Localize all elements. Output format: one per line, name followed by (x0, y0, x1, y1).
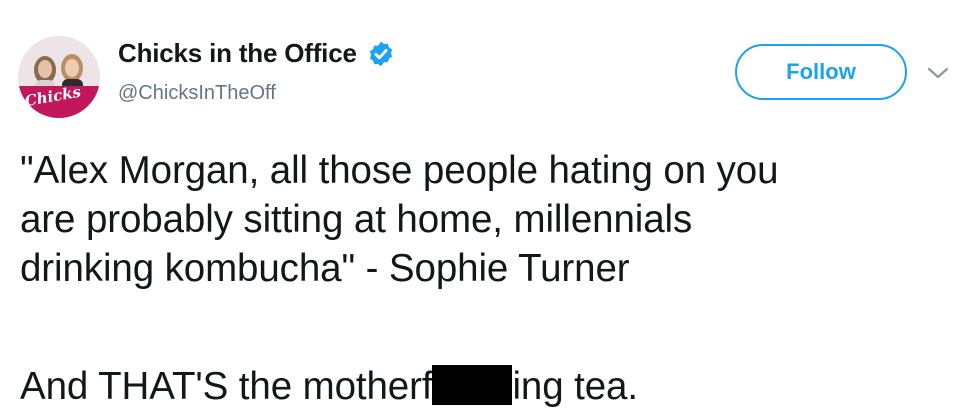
tweet-text-line: drinking kombucha" - Sophie Turner (20, 247, 630, 290)
chevron-down-icon[interactable] (927, 66, 949, 80)
verified-badge-icon (370, 41, 393, 66)
avatar[interactable]: Chicks (18, 36, 100, 118)
tweet-text-line-final: And THAT'S the motherf ing tea. (20, 362, 970, 411)
user-handle[interactable]: @ChicksInTheOff (118, 82, 276, 105)
tweet-text-segment: And THAT'S the motherf (20, 365, 433, 408)
follow-button[interactable]: Follow (735, 44, 907, 100)
tweet-text: "Alex Morgan, all those people hating on… (20, 146, 970, 411)
display-name[interactable]: Chicks in the Office (118, 38, 357, 69)
author-name-row: Chicks in the Office (118, 38, 395, 69)
censor-bar (432, 365, 513, 405)
tweet-text-line: "Alex Morgan, all those people hating on… (20, 149, 779, 192)
paragraph-break (20, 293, 970, 362)
tweet-text-segment: ing tea. (512, 365, 638, 408)
avatar-image: Chicks (18, 36, 100, 118)
tweet-card: Chicks Chicks in the Office @ChicksInThe… (0, 0, 980, 412)
tweet-text-line: are probably sitting at home, millennial… (20, 198, 693, 241)
